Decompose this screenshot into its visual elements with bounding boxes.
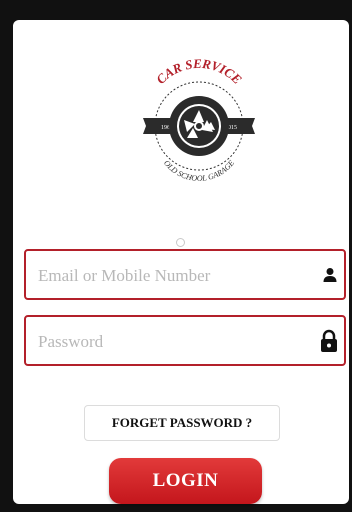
- loading-indicator: [176, 238, 185, 247]
- login-screen: CAR SERVICE 1960 2015 OLD SCHOOL GARAGE …: [13, 20, 349, 504]
- logo-top-text: CAR SERVICE: [153, 56, 245, 87]
- login-button[interactable]: LOGIN: [109, 458, 262, 504]
- email-field[interactable]: [24, 249, 346, 300]
- password-input[interactable]: [36, 317, 310, 366]
- user-icon: [323, 267, 337, 282]
- device-frame: CAR SERVICE 1960 2015 OLD SCHOOL GARAGE …: [0, 0, 352, 512]
- email-input[interactable]: [36, 251, 310, 300]
- wheel-icon: [169, 96, 229, 156]
- password-field[interactable]: [24, 315, 346, 366]
- lock-icon: [321, 329, 337, 352]
- forget-password-button[interactable]: FORGET PASSWORD ?: [84, 405, 280, 441]
- car-service-logo: CAR SERVICE 1960 2015 OLD SCHOOL GARAGE: [143, 56, 255, 183]
- svg-text:CAR SERVICE: CAR SERVICE: [153, 56, 245, 87]
